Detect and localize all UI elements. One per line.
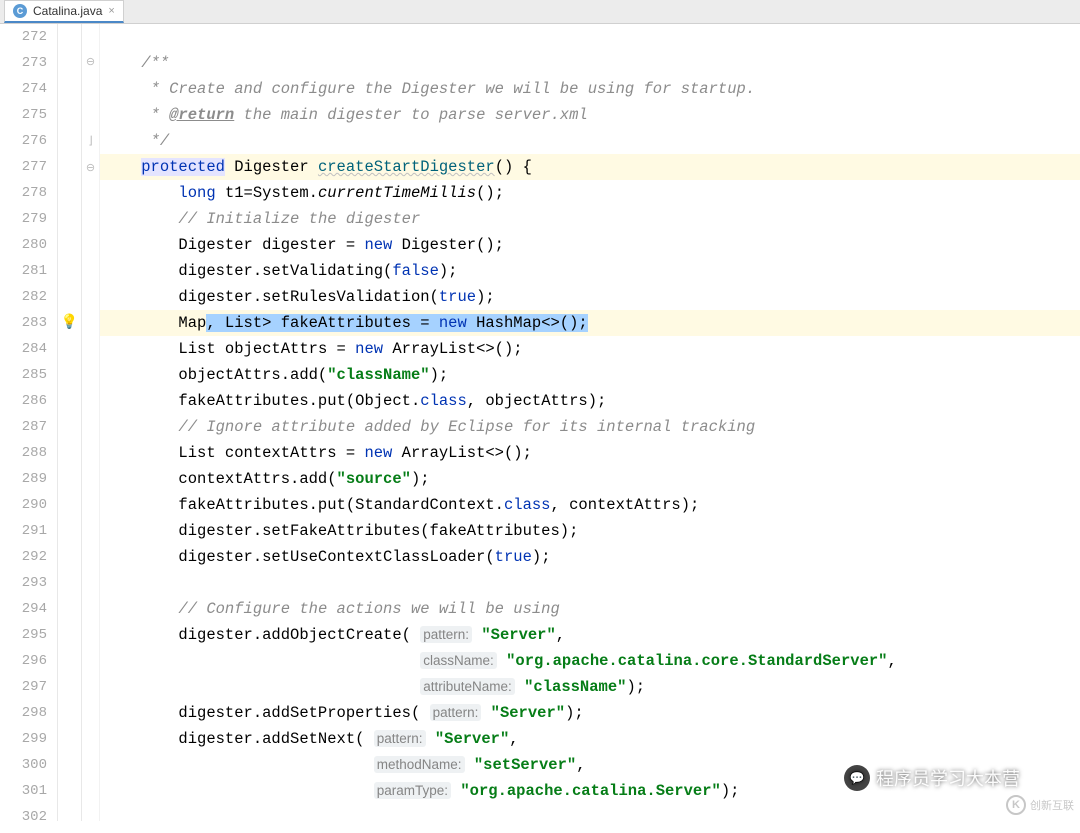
fold-toggle-icon[interactable]: ⊖ <box>86 57 95 69</box>
marker-gutter: 💡 <box>58 24 82 821</box>
code-line[interactable]: attributeName: "className"); <box>100 674 1080 700</box>
code-line[interactable]: // Initialize the digester <box>100 206 1080 232</box>
code-line[interactable]: */ <box>100 128 1080 154</box>
watermark-text-1: 💬 程序员学习大本营 <box>844 765 1020 791</box>
chat-bubble-icon: 💬 <box>844 765 870 791</box>
code-line[interactable]: Map, List> fakeAttributes = new HashMap<… <box>100 310 1080 336</box>
code-line[interactable]: digester.addSetProperties( pattern: "Ser… <box>100 700 1080 726</box>
close-icon[interactable]: × <box>108 5 114 17</box>
fold-toggle-icon[interactable]: ⊖ <box>86 163 95 175</box>
code-line[interactable]: className: "org.apache.catalina.core.Sta… <box>100 648 1080 674</box>
line-number-gutter: 2722732742752762772782792802812822832842… <box>0 24 58 821</box>
code-line[interactable] <box>100 24 1080 50</box>
tab-bar: C Catalina.java × <box>0 0 1080 24</box>
code-line[interactable]: Digester digester = new Digester(); <box>100 232 1080 258</box>
code-line[interactable]: // Configure the actions we will be usin… <box>100 596 1080 622</box>
code-line[interactable]: * @return the main digester to parse ser… <box>100 102 1080 128</box>
file-tab[interactable]: C Catalina.java × <box>4 0 124 23</box>
code-line[interactable]: digester.setUseContextClassLoader(true); <box>100 544 1080 570</box>
java-class-icon: C <box>13 4 27 18</box>
code-line[interactable]: List contextAttrs = new ArrayList<>(); <box>100 440 1080 466</box>
code-line[interactable]: fakeAttributes.put(Object.class, objectA… <box>100 388 1080 414</box>
code-line[interactable]: * Create and configure the Digester we w… <box>100 76 1080 102</box>
code-line[interactable] <box>100 570 1080 596</box>
code-line[interactable]: contextAttrs.add("source"); <box>100 466 1080 492</box>
tab-filename: Catalina.java <box>33 4 102 18</box>
code-line[interactable]: List objectAttrs = new ArrayList<>(); <box>100 336 1080 362</box>
code-line[interactable] <box>100 804 1080 830</box>
code-area[interactable]: /** * Create and configure the Digester … <box>100 24 1080 821</box>
code-line[interactable]: digester.setFakeAttributes(fakeAttribute… <box>100 518 1080 544</box>
code-line[interactable]: digester.addSetNext( pattern: "Server", <box>100 726 1080 752</box>
code-line[interactable]: digester.addObjectCreate( pattern: "Serv… <box>100 622 1080 648</box>
code-line[interactable]: digester.setValidating(false); <box>100 258 1080 284</box>
fold-gutter: ⊖ ⌋ ⊖ <box>82 24 100 821</box>
watermark-text-2: K 创新互联 <box>1006 795 1074 815</box>
code-line[interactable]: digester.setRulesValidation(true); <box>100 284 1080 310</box>
fold-end-icon[interactable]: ⌋ <box>88 136 92 148</box>
lightbulb-icon[interactable]: 💡 <box>61 315 78 331</box>
code-line[interactable]: objectAttrs.add("className"); <box>100 362 1080 388</box>
code-line[interactable]: // Ignore attribute added by Eclipse for… <box>100 414 1080 440</box>
code-line[interactable]: fakeAttributes.put(StandardContext.class… <box>100 492 1080 518</box>
code-line[interactable]: protected Digester createStartDigester()… <box>100 154 1080 180</box>
code-line[interactable]: /** <box>100 50 1080 76</box>
code-line[interactable]: long t1=System.currentTimeMillis(); <box>100 180 1080 206</box>
code-editor[interactable]: 2722732742752762772782792802812822832842… <box>0 24 1080 821</box>
brand-icon: K <box>1006 795 1026 815</box>
